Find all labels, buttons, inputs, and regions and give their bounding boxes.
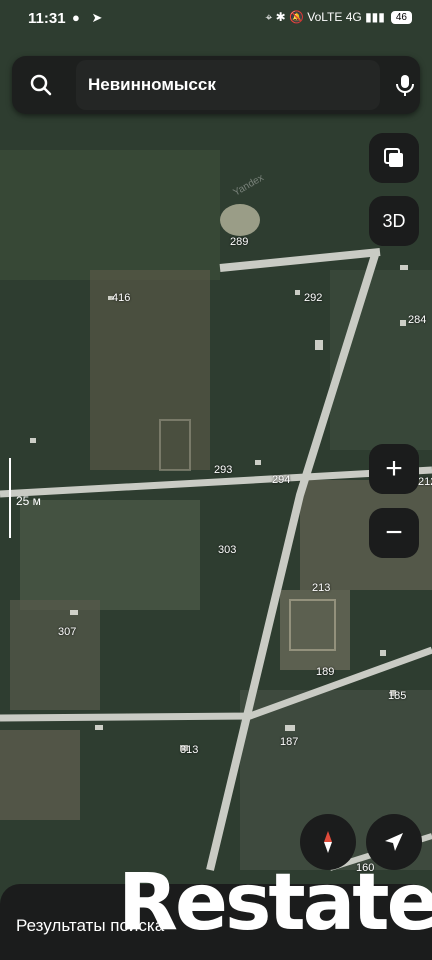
- house-number[interactable]: 187: [280, 736, 298, 748]
- house-number[interactable]: 293: [214, 464, 232, 476]
- system-status-icons: ⌖ ✱ 🔕 VoLTE 4G ▮▮▮: [265, 10, 385, 24]
- house-number[interactable]: 292: [304, 292, 322, 304]
- house-number[interactable]: 303: [218, 544, 236, 556]
- view-3d-label: 3D: [382, 210, 406, 231]
- house-number[interactable]: 289: [230, 236, 248, 248]
- view-3d-button[interactable]: 3D: [369, 196, 419, 246]
- scale-label: 25 м: [16, 494, 41, 508]
- compass-icon: [324, 831, 332, 853]
- plus-icon: +: [385, 452, 403, 485]
- layers-icon: [384, 148, 403, 167]
- status-bar: 11:31 ● ➤ ⌖ ✱ 🔕 VoLTE 4G ▮▮▮ 46: [0, 0, 432, 38]
- house-number[interactable]: 213: [312, 582, 330, 594]
- search-icon[interactable]: [28, 72, 54, 98]
- satellite-map[interactable]: [0, 0, 432, 960]
- zoom-in-button[interactable]: +: [369, 444, 419, 494]
- minus-icon: −: [385, 516, 403, 549]
- battery-indicator: 46: [390, 11, 412, 24]
- restate-watermark: Restate: [118, 858, 432, 948]
- house-number[interactable]: 284: [408, 314, 426, 326]
- house-number[interactable]: 294: [272, 474, 290, 486]
- notification-icons: ● ➤: [72, 10, 107, 25]
- status-time: 11:31: [28, 10, 66, 27]
- navigation-arrow-icon: [385, 833, 403, 851]
- house-number[interactable]: 185: [388, 690, 406, 702]
- house-number[interactable]: 313: [180, 744, 198, 756]
- search-query: Невинномысск: [88, 75, 216, 94]
- system-icons: ⌖ ✱ 🔕 VoLTE 4G ▮▮▮ 46: [265, 10, 412, 25]
- layers-button[interactable]: [369, 133, 419, 183]
- house-number[interactable]: 212: [418, 476, 432, 488]
- zoom-out-button[interactable]: −: [369, 508, 419, 558]
- house-number[interactable]: 189: [316, 666, 334, 678]
- house-number[interactable]: 416: [112, 292, 130, 304]
- search-bar[interactable]: Невинномысск: [12, 56, 420, 114]
- scale-bar-icon: [9, 458, 11, 538]
- search-input[interactable]: Невинномысск: [76, 60, 380, 110]
- microphone-icon[interactable]: [392, 72, 418, 98]
- house-number[interactable]: 307: [58, 626, 76, 638]
